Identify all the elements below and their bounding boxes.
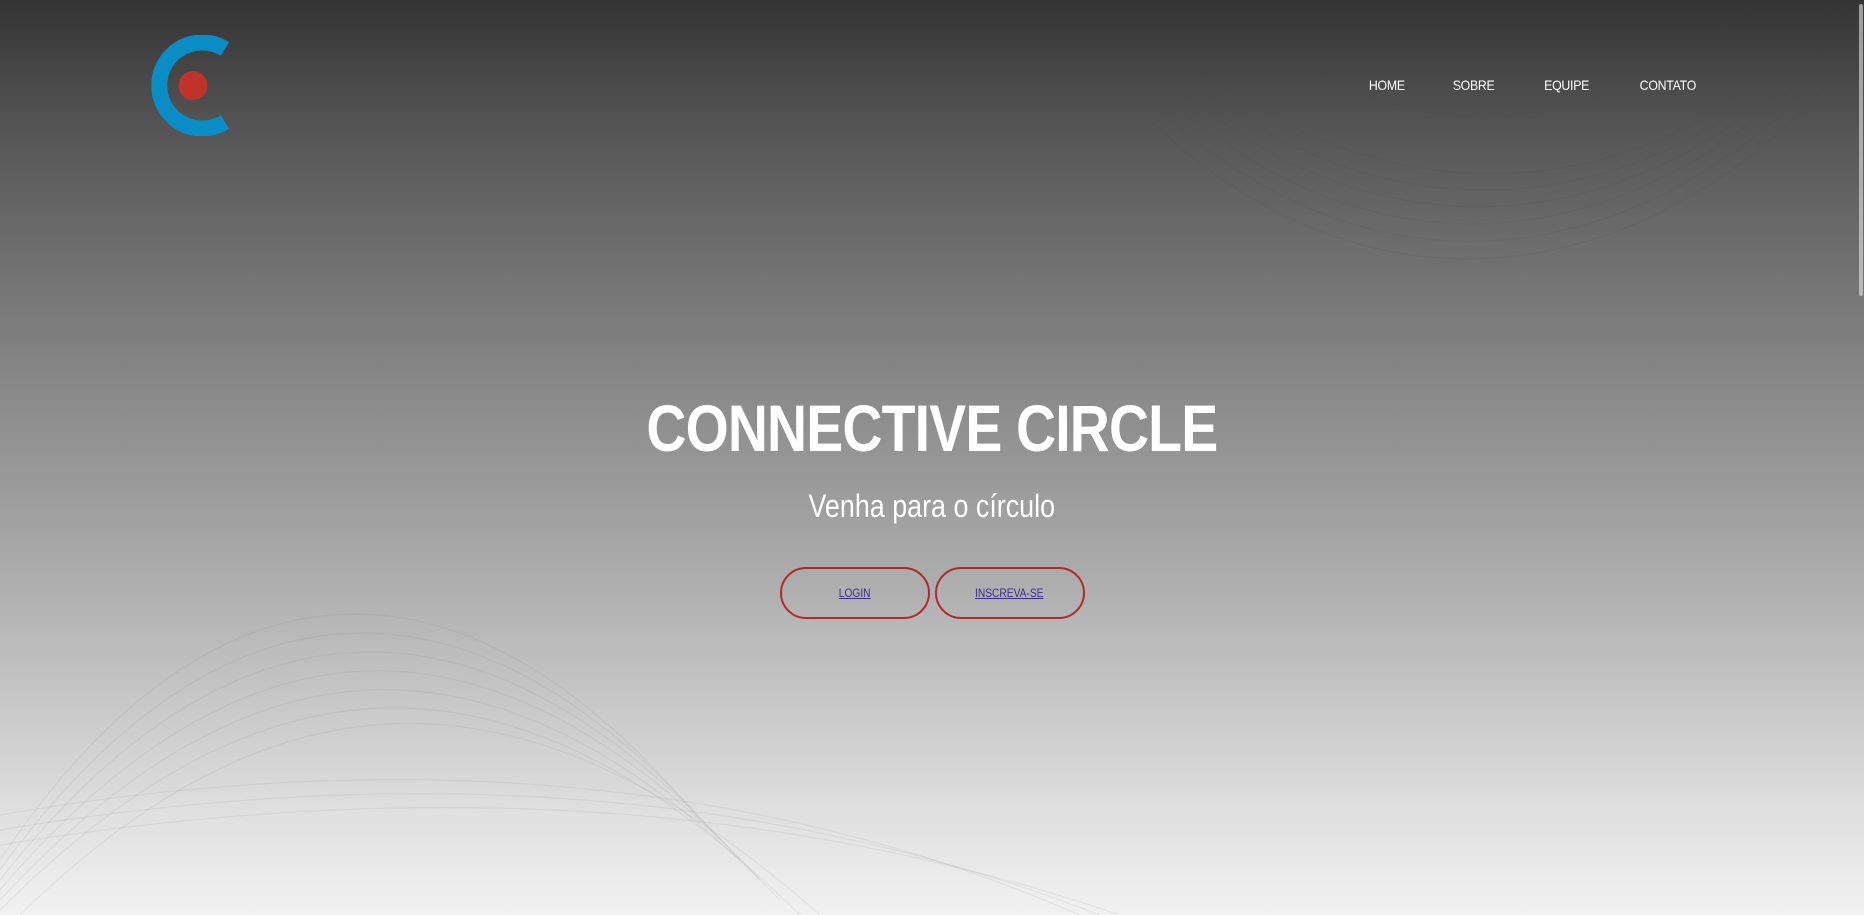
hero-actions: LOGIN INSCREVA-SE xyxy=(0,567,1864,619)
hero-subtitle-text: Venha para o círculo xyxy=(808,488,1056,524)
nav-equipe-link[interactable]: EQUIPE xyxy=(1544,77,1589,93)
login-button-label[interactable]: LOGIN xyxy=(839,586,871,600)
signup-button-label[interactable]: INSCREVA-SE xyxy=(975,586,1043,600)
signup-button[interactable]: INSCREVA-SE xyxy=(934,567,1085,619)
hero-subtitle: Venha para o círculo xyxy=(0,486,1864,526)
page-scrollbar[interactable] xyxy=(1858,0,1864,915)
login-button[interactable]: LOGIN xyxy=(779,567,930,619)
hero-title: CONNECTIVE CIRCLE xyxy=(646,391,1219,465)
nav-contato-link[interactable]: CONTATO xyxy=(1640,77,1697,93)
main-navigation: HOME SOBRE EQUIPE CONTATO xyxy=(1321,77,1696,93)
hero-section: CONNECTIVE CIRCLE Venha para o círculo xyxy=(0,388,1864,526)
nav-sobre-link[interactable]: SOBRE xyxy=(1453,77,1495,93)
landing-page: HOME SOBRE EQUIPE CONTATO CONNECTIVE CIR… xyxy=(0,0,1864,915)
scrollbar-thumb[interactable] xyxy=(1859,4,1863,296)
nav-home-link[interactable]: HOME xyxy=(1368,77,1404,93)
logo-c-icon xyxy=(151,34,230,137)
connective-circle-logo[interactable] xyxy=(143,34,231,137)
